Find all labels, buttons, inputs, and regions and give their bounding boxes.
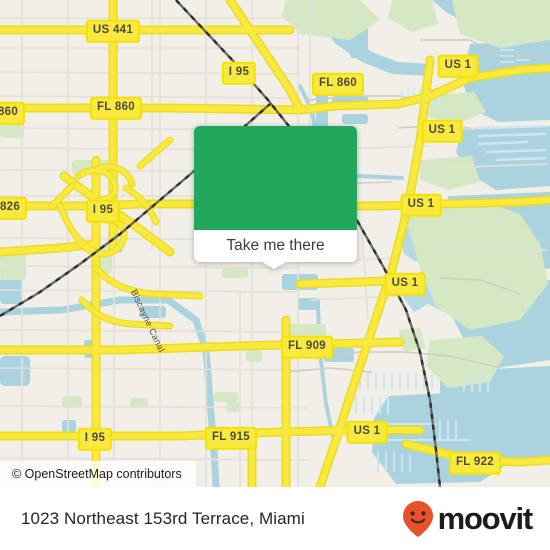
- destination-callout[interactable]: Take me there: [194, 126, 357, 269]
- road-shield: FL 922: [448, 451, 502, 475]
- take-me-there-button[interactable]: Take me there: [194, 230, 357, 262]
- road-shield: US 1: [400, 193, 442, 217]
- road-shield: FL 860: [89, 96, 143, 120]
- road-shield: US 1: [346, 420, 388, 444]
- map-attribution: © OpenStreetMap contributors: [0, 461, 196, 487]
- road-shield: 860: [0, 101, 26, 125]
- card-footer: 1023 Northeast 153rd Terrace, Miami moov…: [0, 487, 550, 550]
- moovit-map-card: US 441 I 95 FL 860 US 1 FL 860 860 US 1 …: [0, 0, 550, 550]
- callout-pointer-tail: [260, 261, 288, 269]
- road-shield: I 95: [221, 61, 257, 85]
- address-label: 1023 Northeast 153rd Terrace, Miami: [21, 508, 305, 528]
- moovit-logo: moovit: [401, 499, 534, 539]
- road-shield: US 441: [85, 19, 141, 43]
- road-shield: I 95: [85, 199, 121, 223]
- road-shield: US 1: [421, 119, 463, 143]
- attribution-text: © OpenStreetMap contributors: [12, 467, 182, 481]
- road-shield: FL 909: [280, 335, 334, 359]
- road-shield: 826: [0, 196, 28, 220]
- moovit-wordmark: moovit: [437, 501, 534, 536]
- road-shield: I 95: [77, 427, 113, 451]
- map-canvas[interactable]: US 441 I 95 FL 860 US 1 FL 860 860 US 1 …: [0, 0, 550, 487]
- map-pin-icon: [402, 500, 433, 537]
- callout-thumbnail: [194, 126, 357, 230]
- road-shield: FL 915: [204, 426, 258, 450]
- road-shield: US 1: [437, 54, 479, 78]
- callout-body: Take me there: [194, 126, 357, 262]
- road-shield: US 1: [384, 272, 426, 296]
- road-shield: FL 860: [311, 72, 365, 96]
